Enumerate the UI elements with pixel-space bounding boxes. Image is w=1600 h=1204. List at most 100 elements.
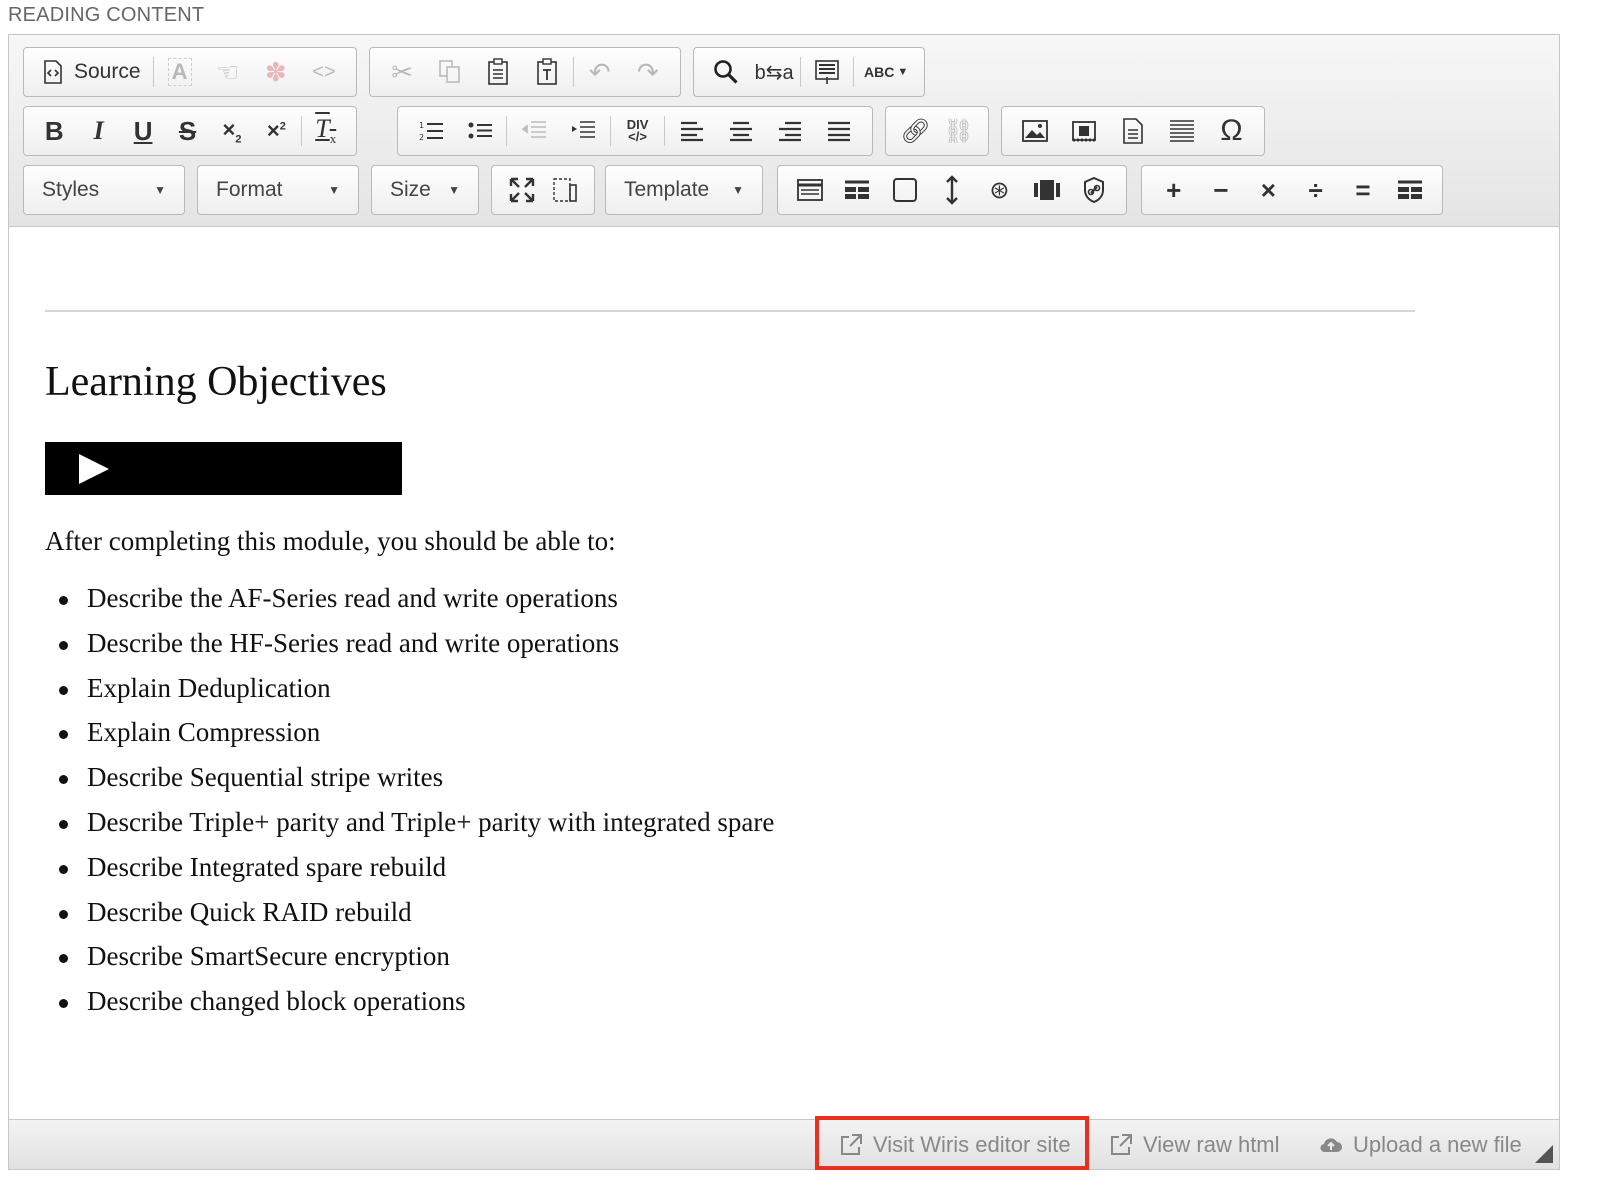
divide-button[interactable]: ÷ bbox=[1292, 168, 1339, 212]
svg-text:1: 1 bbox=[419, 121, 424, 130]
minus-button[interactable]: − bbox=[1197, 168, 1244, 212]
visit-wiris-link[interactable]: Visit Wiris editor site bbox=[839, 1120, 1071, 1170]
styles-label: Styles bbox=[42, 178, 100, 201]
image-button[interactable] bbox=[1010, 109, 1059, 153]
equals-button[interactable]: = bbox=[1339, 168, 1386, 212]
select-all-button[interactable] bbox=[803, 50, 851, 94]
horizontal-rule-button[interactable] bbox=[1158, 109, 1207, 153]
create-div-button[interactable]: DIV </> bbox=[613, 109, 662, 153]
carousel-icon bbox=[1033, 180, 1060, 200]
page-button[interactable] bbox=[1108, 109, 1157, 153]
undo-icon: ↶ bbox=[588, 56, 611, 87]
view-raw-html-link[interactable]: View raw html bbox=[1109, 1120, 1280, 1170]
spacer-button[interactable] bbox=[928, 168, 975, 212]
justify-icon bbox=[828, 121, 851, 142]
editor-content[interactable]: Learning Objectives After completing thi… bbox=[9, 228, 1559, 1118]
show-blocks-button[interactable] bbox=[543, 168, 586, 212]
clear-format-icon: Tx bbox=[315, 114, 337, 147]
indent-button[interactable] bbox=[559, 109, 608, 153]
separator bbox=[853, 57, 855, 87]
anchor-button[interactable]: A bbox=[156, 50, 204, 94]
redo-button[interactable]: ↷ bbox=[624, 50, 672, 94]
align-left-icon bbox=[680, 121, 703, 142]
maximize-button[interactable] bbox=[500, 168, 543, 212]
separator bbox=[572, 57, 574, 87]
matrix-button[interactable] bbox=[1387, 168, 1434, 212]
strikethrough-icon: S bbox=[178, 115, 197, 146]
layout-table-button[interactable] bbox=[833, 168, 880, 212]
strikethrough-button[interactable]: S bbox=[165, 109, 209, 153]
template-label: Template bbox=[624, 178, 710, 201]
paste-text-button[interactable] bbox=[523, 50, 571, 94]
template-dropdown[interactable]: Template ▼ bbox=[605, 165, 763, 215]
cut-button[interactable]: ✂ bbox=[378, 50, 426, 94]
matrix-icon bbox=[1398, 180, 1423, 199]
insert-group: Ω bbox=[1001, 106, 1265, 156]
superscript-button[interactable]: ×2 bbox=[254, 109, 298, 153]
svg-text:2: 2 bbox=[419, 133, 424, 142]
clipboard-icon bbox=[488, 58, 509, 85]
chevron-down-icon: ▼ bbox=[154, 183, 166, 197]
subscript-button[interactable]: ×2 bbox=[210, 109, 254, 153]
align-right-button[interactable] bbox=[766, 109, 815, 153]
shield-icon bbox=[1084, 176, 1105, 204]
size-label: Size bbox=[390, 178, 431, 201]
bold-button[interactable]: B bbox=[32, 109, 76, 153]
links-group: 🔗︎ ⛓︎ bbox=[885, 106, 989, 156]
size-dropdown[interactable]: Size ▼ bbox=[371, 165, 479, 215]
math-group: + − × ÷ = bbox=[1141, 165, 1443, 215]
plugin-button[interactable]: ✽ bbox=[252, 50, 300, 94]
remove-format-button[interactable]: Tx bbox=[304, 109, 348, 153]
carousel-button[interactable] bbox=[1023, 168, 1070, 212]
table-button[interactable] bbox=[786, 168, 833, 212]
outdent-button[interactable] bbox=[509, 109, 558, 153]
flash-button[interactable] bbox=[1059, 109, 1108, 153]
indent-icon bbox=[572, 121, 596, 138]
align-left-button[interactable] bbox=[667, 109, 716, 153]
secure-link-button[interactable] bbox=[1071, 168, 1118, 212]
chevron-down-icon: ▼ bbox=[732, 183, 744, 197]
format-dropdown[interactable]: Format ▼ bbox=[197, 165, 359, 215]
list-item: Describe changed block operations bbox=[45, 979, 774, 1024]
italic-button[interactable]: I bbox=[76, 109, 120, 153]
list-item: Explain Deduplication bbox=[45, 666, 774, 711]
source-button[interactable]: Source bbox=[32, 50, 151, 94]
editor-toolbar: Source A ☜ ✽ <> ✂ ↶ ↷ b⇆a ABC ▼ B I U S … bbox=[9, 35, 1559, 227]
numbered-list-button[interactable]: 12 bbox=[406, 109, 455, 153]
upload-file-link[interactable]: Upload a new file bbox=[1319, 1120, 1522, 1170]
bulleted-list-button[interactable] bbox=[455, 109, 504, 153]
plus-button[interactable]: + bbox=[1150, 168, 1197, 212]
outdent-icon bbox=[521, 121, 547, 138]
play-icon[interactable] bbox=[79, 454, 109, 484]
find-button[interactable] bbox=[702, 50, 750, 94]
replace-button[interactable]: b⇆a bbox=[750, 50, 798, 94]
source-icon bbox=[44, 60, 62, 84]
resize-handle-icon[interactable] bbox=[1535, 1145, 1553, 1163]
copy-button[interactable] bbox=[426, 50, 474, 94]
objectives-list: Describe the AF-Series read and write op… bbox=[45, 576, 774, 1024]
div-icon: DIV </> bbox=[626, 117, 649, 144]
code-icon: <> bbox=[312, 60, 336, 83]
image-icon bbox=[1021, 120, 1048, 142]
justify-button[interactable] bbox=[815, 109, 864, 153]
insert-snippet-button[interactable]: ☜ bbox=[204, 50, 252, 94]
paste-button[interactable] bbox=[474, 50, 522, 94]
subscript-icon: ×2 bbox=[222, 116, 242, 146]
numbered-list-icon: 12 bbox=[419, 121, 443, 142]
box-button[interactable] bbox=[881, 168, 928, 212]
div-label: DIV bbox=[626, 117, 649, 132]
styles-dropdown[interactable]: Styles ▼ bbox=[23, 165, 185, 215]
special-character-button[interactable]: Ω bbox=[1207, 109, 1256, 153]
spellcheck-button[interactable]: ABC ▼ bbox=[856, 50, 916, 94]
accordion-button[interactable]: ⊛ bbox=[976, 168, 1023, 212]
code-button[interactable]: <> bbox=[300, 50, 348, 94]
separator bbox=[664, 116, 666, 146]
copy-icon bbox=[439, 60, 461, 83]
times-button[interactable]: × bbox=[1245, 168, 1292, 212]
align-center-button[interactable] bbox=[716, 109, 765, 153]
undo-button[interactable]: ↶ bbox=[576, 50, 624, 94]
video-player[interactable] bbox=[45, 442, 402, 495]
unlink-button[interactable]: ⛓︎ bbox=[937, 109, 980, 153]
link-button[interactable]: 🔗︎ bbox=[894, 109, 937, 153]
underline-button[interactable]: U bbox=[121, 109, 165, 153]
